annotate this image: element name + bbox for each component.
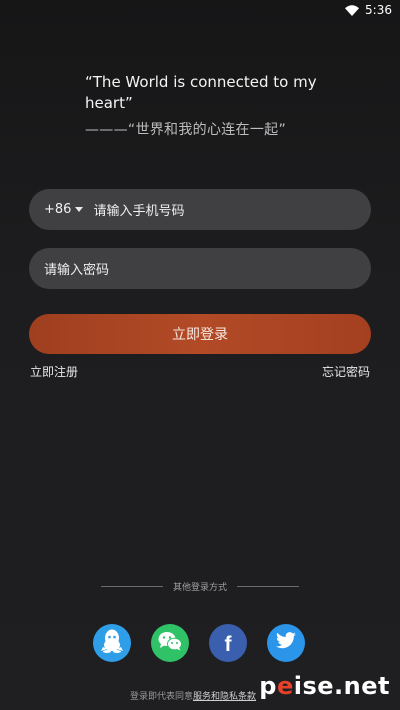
quote-english: “The World is connected to my heart” [85,73,317,112]
wifi-icon [345,4,360,16]
qq-login-button[interactable] [93,624,131,662]
password-input[interactable]: 请输入密码 [29,248,371,289]
divider-left [100,586,163,587]
status-bar: 5:36 [0,0,400,22]
terms-link[interactable]: 服务和隐私条款 [193,692,256,702]
register-link[interactable]: 立即注册 [30,363,78,380]
watermark-p: p [259,672,277,700]
wechat-icon [158,631,182,655]
quote-chinese: ———“世界和我的心连在一起” [85,122,287,138]
watermark-rest: ise.net [293,672,390,700]
country-code-value: +86 [44,202,72,217]
facebook-icon: f [224,632,232,656]
watermark-e: e [276,672,294,700]
twitter-icon [275,632,297,654]
qq-icon [101,629,123,657]
phone-input[interactable]: +86 请输入手机号码 [29,189,371,230]
login-button-label: 立即登录 [172,327,228,343]
agreement-text: 登录即代表同意服务和隐私条款 [130,689,256,702]
caret-down-icon [75,207,84,212]
agreement-prefix: 登录即代表同意 [130,692,194,702]
country-code-selector[interactable]: +86 [44,202,84,217]
login-button[interactable]: 立即登录 [29,314,371,354]
divider-right [237,586,299,587]
forgot-password-link[interactable]: 忘记密码 [322,363,370,380]
wechat-login-button[interactable] [151,624,189,662]
facebook-login-button[interactable]: f [209,624,247,662]
other-login-divider: 其他登录方式 [0,580,400,593]
social-login-row: f [93,624,305,662]
status-bar-right: 5:36 [345,3,392,17]
watermark-logo: peise.net [259,672,390,700]
other-login-label: 其他登录方式 [172,583,227,593]
password-placeholder: 请输入密码 [44,263,110,278]
status-time: 5:36 [365,3,392,17]
twitter-login-button[interactable] [267,624,305,662]
phone-placeholder: 请输入手机号码 [93,204,185,219]
quote-block: “The World is connected to my heart” ———… [85,72,330,139]
